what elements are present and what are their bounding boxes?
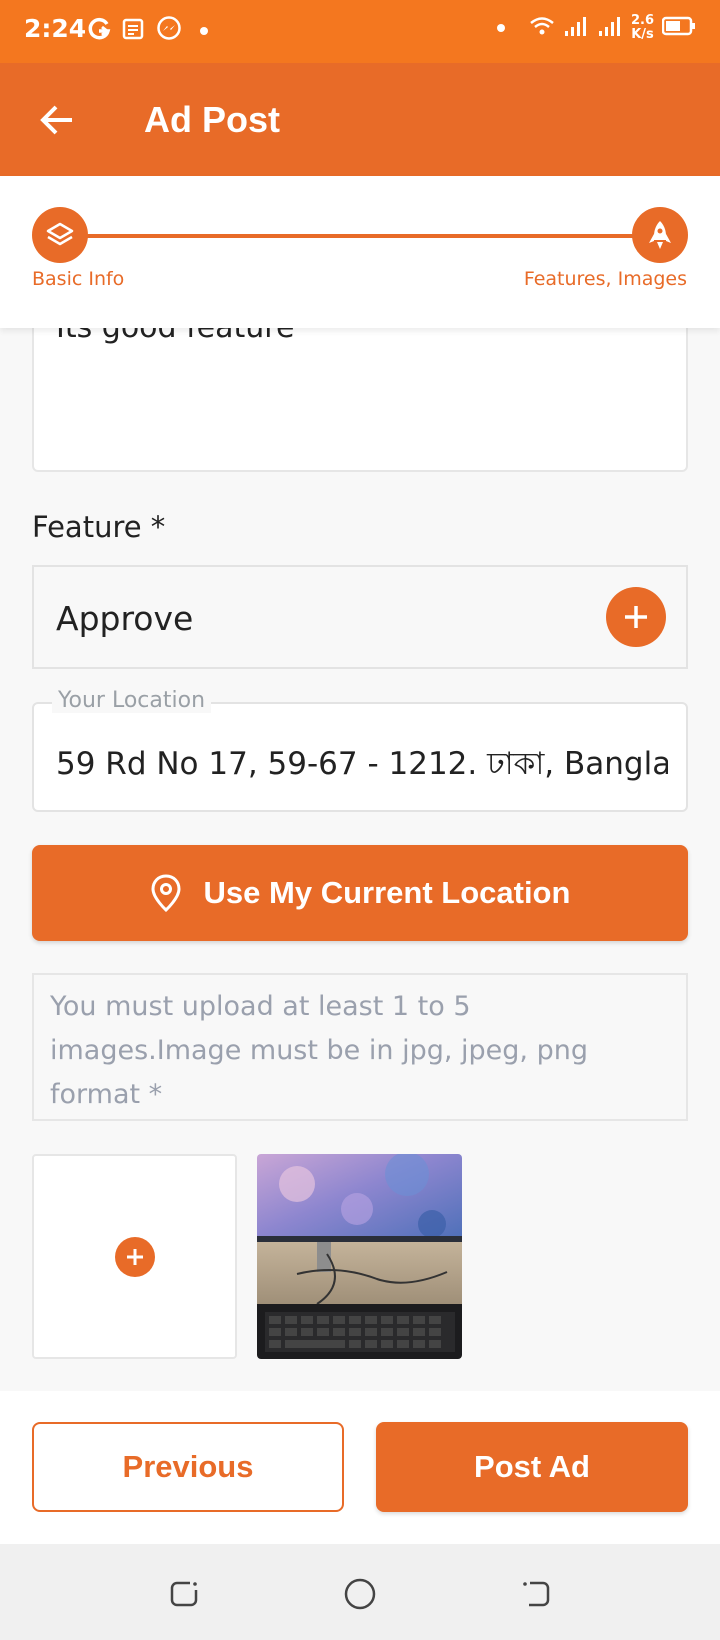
location-pin-icon bbox=[151, 874, 181, 913]
home-circle-icon bbox=[344, 1578, 376, 1610]
step-progress: Basic Info Features, Images bbox=[0, 176, 720, 328]
use-current-location-button[interactable]: Use My Current Location bbox=[32, 845, 688, 941]
plus-icon bbox=[625, 606, 647, 628]
news-icon bbox=[122, 17, 146, 45]
feature-label: Feature * bbox=[32, 510, 166, 544]
rocket-icon bbox=[649, 221, 671, 249]
status-bar: 2:24 2.6 K/s bbox=[0, 0, 720, 63]
notification-dot-icon bbox=[200, 27, 208, 35]
signal-icon bbox=[597, 15, 623, 41]
step-label-basic-info: Basic Info bbox=[32, 268, 125, 290]
system-nav-bar bbox=[0, 1544, 720, 1640]
location-label: Your Location bbox=[52, 688, 212, 713]
layers-icon bbox=[46, 222, 74, 246]
use-current-location-label: Use My Current Location bbox=[203, 875, 571, 910]
wifi-icon bbox=[529, 15, 555, 41]
previous-button[interactable]: Previous bbox=[32, 1422, 344, 1512]
network-speed: 2.6 K/s bbox=[630, 13, 654, 42]
notification-dot-icon bbox=[496, 24, 505, 32]
app-bar: Ad Post bbox=[0, 63, 720, 176]
bottom-action-bar: Previous Post Ad bbox=[0, 1391, 720, 1544]
step-label-features-images: Features, Images bbox=[523, 268, 687, 290]
status-time: 2:24 bbox=[24, 14, 87, 43]
battery-icon bbox=[661, 16, 696, 40]
uploaded-image-thumbnail[interactable] bbox=[257, 1154, 462, 1359]
location-field[interactable]: Your Location 59 Rd No 17, 59-67 - 1212.… bbox=[32, 688, 688, 812]
signal-icon bbox=[563, 15, 589, 41]
step-connector bbox=[60, 234, 660, 238]
feature-input[interactable]: Approve bbox=[32, 565, 688, 669]
upload-notice: You must upload at least 1 to 5 images.I… bbox=[32, 973, 688, 1121]
step-features-images[interactable] bbox=[632, 207, 688, 263]
add-feature-button[interactable] bbox=[606, 587, 666, 647]
recent-apps-icon bbox=[170, 1581, 198, 1607]
post-ad-button[interactable]: Post Ad bbox=[376, 1422, 688, 1512]
location-value: 59 Rd No 17, 59-67 - 1212. ঢাকা, Banglad… bbox=[56, 746, 668, 782]
messenger-icon bbox=[156, 16, 182, 46]
back-nav-button[interactable] bbox=[516, 1574, 556, 1614]
arrow-left-icon bbox=[40, 105, 72, 135]
feature-value: Approve bbox=[56, 599, 194, 638]
add-image-tile[interactable] bbox=[32, 1154, 237, 1359]
page-title: Ad Post bbox=[144, 99, 281, 140]
recent-apps-button[interactable] bbox=[164, 1574, 204, 1614]
back-nav-icon bbox=[523, 1581, 550, 1607]
add-image-button[interactable] bbox=[114, 1236, 155, 1277]
upload-notice-text: You must upload at least 1 to 5 images.I… bbox=[50, 991, 588, 1110]
back-button[interactable] bbox=[36, 99, 78, 141]
home-button[interactable] bbox=[340, 1574, 380, 1614]
step-basic-info[interactable] bbox=[32, 207, 88, 263]
google-g-icon bbox=[86, 16, 112, 46]
plus-icon bbox=[126, 1248, 143, 1265]
